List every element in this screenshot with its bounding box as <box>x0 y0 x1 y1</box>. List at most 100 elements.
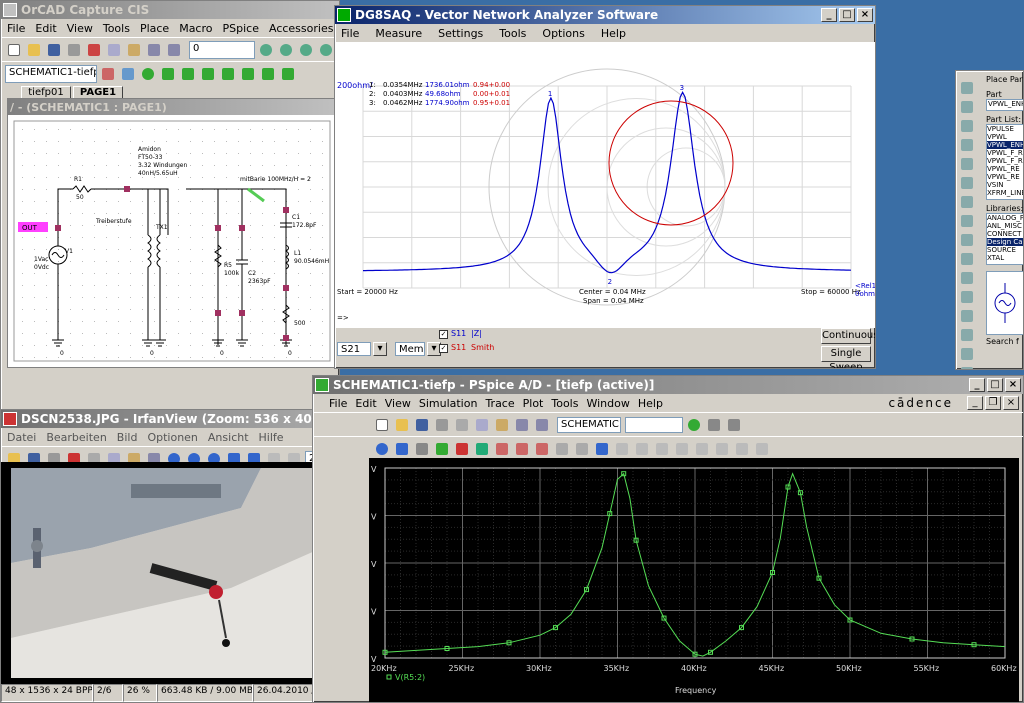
paste-icon[interactable] <box>125 41 143 59</box>
trough-icon[interactable] <box>533 440 551 458</box>
print-icon[interactable] <box>65 41 83 59</box>
irfan-menu-bearbeiten[interactable]: Bearbeiten <box>46 431 106 444</box>
ground-tool-icon[interactable] <box>958 231 976 249</box>
pspice-menu-tools[interactable]: Tools <box>551 397 578 410</box>
library-list-item[interactable]: XTAL <box>987 254 1023 262</box>
part-combo[interactable]: 0 <box>189 40 255 59</box>
maximize-button[interactable]: □ <box>839 8 855 22</box>
pspice-menu-plot[interactable]: Plot <box>523 397 544 410</box>
zoom-in-icon[interactable] <box>257 41 275 59</box>
line-tool-icon[interactable] <box>958 307 976 325</box>
cut-icon[interactable] <box>453 416 471 434</box>
run-icon[interactable] <box>685 416 703 434</box>
stop-icon[interactable] <box>705 416 723 434</box>
irfan-menu-ansicht[interactable]: Ansicht <box>208 431 249 444</box>
part-list-item[interactable]: VSIN <box>987 181 1023 189</box>
s21-dropdown-button[interactable]: ▾ <box>373 342 387 356</box>
pspice-menu-edit[interactable]: Edit <box>355 397 376 410</box>
paste-icon[interactable] <box>493 416 511 434</box>
irfan-menu-optionen[interactable]: Optionen <box>147 431 197 444</box>
marker-i-icon[interactable] <box>179 65 197 83</box>
orcad-menu-accessories[interactable]: Accessories <box>269 22 333 35</box>
pspice-menu-view[interactable]: View <box>385 397 411 410</box>
wire-tool-icon[interactable] <box>958 117 976 135</box>
library-list-item[interactable]: CONNECT <box>987 230 1023 238</box>
netlist-icon[interactable] <box>99 65 117 83</box>
part-list-item[interactable]: VPWL_RE <box>987 173 1023 181</box>
vna-menu-help[interactable]: Help <box>601 27 626 40</box>
schematic-canvas[interactable]: OUT Amidon FT50-33 3.32 Windungen 40nH/5… <box>8 115 336 367</box>
library-list-item[interactable]: Design Ca <box>987 238 1023 246</box>
ellipse-tool-icon[interactable] <box>958 364 976 369</box>
part-tool-icon[interactable] <box>958 98 976 116</box>
simulation-combo[interactable]: SCHEMATIC1-tiefp <box>557 416 621 433</box>
bias-w-icon[interactable] <box>279 65 297 83</box>
print-icon[interactable] <box>433 416 451 434</box>
peak-icon[interactable] <box>513 440 531 458</box>
library-list-item[interactable]: SOURCE <box>987 246 1023 254</box>
pspice-menu-simulation[interactable]: Simulation <box>419 397 478 410</box>
part-input[interactable]: VPWL_ENH <box>986 99 1023 111</box>
profile-combo[interactable] <box>625 416 683 433</box>
pause-icon[interactable] <box>725 416 743 434</box>
offpage-tool-icon[interactable] <box>958 250 976 268</box>
zoom-fit-icon[interactable] <box>393 440 411 458</box>
label-icon[interactable] <box>553 440 571 458</box>
library-list-item[interactable]: ANL_MISC <box>987 222 1023 230</box>
marker-flag[interactable]: 3 <box>680 84 684 92</box>
bus-entry-tool-icon[interactable] <box>958 174 976 192</box>
pspice-menu-file[interactable]: File <box>329 397 347 410</box>
part-list-item[interactable]: VPWL_RE <box>987 165 1023 173</box>
rectangle-tool-icon[interactable] <box>958 345 976 363</box>
child-restore-button[interactable]: ❐ <box>985 396 1001 410</box>
marker-p-icon[interactable] <box>199 65 217 83</box>
vna-menu-file[interactable]: File <box>341 27 359 40</box>
pspice-titlebar[interactable]: SCHEMATIC1-tiefp - PSpice A/D - [tiefp (… <box>313 376 1023 394</box>
pspice-minimize-button[interactable]: _ <box>969 378 985 392</box>
no-connect-tool-icon[interactable] <box>958 288 976 306</box>
vna-menu-settings[interactable]: Settings <box>438 27 483 40</box>
redo-icon[interactable] <box>165 41 183 59</box>
minimize-button[interactable]: _ <box>821 8 837 22</box>
cursor-icon[interactable] <box>493 440 511 458</box>
power-tool-icon[interactable] <box>958 212 976 230</box>
orcad-menu-place[interactable]: Place <box>140 22 169 35</box>
ruler-6-icon[interactable] <box>713 440 731 458</box>
zoom-icon[interactable] <box>373 440 391 458</box>
pspice-menu-trace[interactable]: Trace <box>485 397 514 410</box>
orcad-menu-edit[interactable]: Edit <box>35 22 56 35</box>
ruler-5-icon[interactable] <box>693 440 711 458</box>
ruler-7-icon[interactable] <box>733 440 751 458</box>
project-combo[interactable]: SCHEMATIC1-tiefp <box>5 64 97 83</box>
ruler-3-icon[interactable] <box>653 440 671 458</box>
irfan-menu-hilfe[interactable]: Hilfe <box>259 431 284 444</box>
library-list[interactable]: ANALOG_P ANL_MISC CONNECT Design Ca SOURCE XT… <box>986 213 1023 265</box>
search-label[interactable]: Search f <box>986 337 1023 346</box>
open-icon[interactable] <box>25 41 43 59</box>
pspice-plot[interactable]: VVVVV20KHz 25KHz 30KHz 35KHz 40KHz 45KHz 50KHz… <box>369 458 1019 703</box>
junction-tool-icon[interactable] <box>958 155 976 173</box>
child-close-button[interactable]: × <box>1003 396 1019 410</box>
vna-menu-tools[interactable]: Tools <box>499 27 526 40</box>
pspice-menu-help[interactable]: Help <box>638 397 663 410</box>
mem-combo[interactable]: Mem 1 <box>395 342 425 356</box>
log-x-icon[interactable] <box>413 440 431 458</box>
part-list-item[interactable]: XFRM_LINE <box>987 189 1023 197</box>
part-list-item[interactable]: VPULSE <box>987 125 1023 133</box>
bias-i-icon[interactable] <box>259 65 277 83</box>
single-sweep-button[interactable]: Single Sweep <box>821 346 871 368</box>
zoom-area-icon[interactable] <box>297 41 315 59</box>
marker-flag[interactable]: 1 <box>548 90 552 98</box>
pspice-close-button[interactable]: × <box>1005 378 1021 392</box>
ruler-2-icon[interactable] <box>633 440 651 458</box>
marker-flag[interactable]: 2 <box>608 278 612 286</box>
orcad-menu-pspice[interactable]: PSpice <box>223 22 259 35</box>
orcad-menu-macro[interactable]: Macro <box>179 22 212 35</box>
close-button[interactable]: × <box>857 8 873 22</box>
pspice-menu-window[interactable]: Window <box>586 397 629 410</box>
select-tool-icon[interactable] <box>958 79 976 97</box>
polyline-tool-icon[interactable] <box>958 326 976 344</box>
bias-v-icon[interactable] <box>239 65 257 83</box>
trace2-checkbox[interactable]: ✓ <box>439 344 448 353</box>
redo-icon[interactable] <box>533 416 551 434</box>
